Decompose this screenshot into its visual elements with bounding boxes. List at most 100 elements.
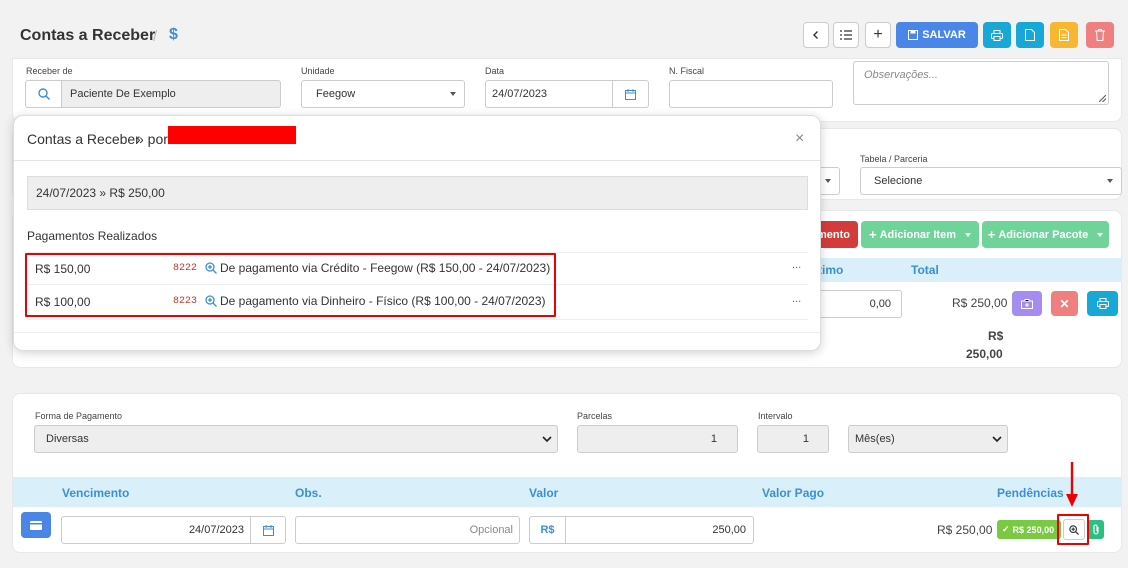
valor-currency: R$ bbox=[540, 524, 555, 536]
chevron-down-icon bbox=[825, 179, 831, 183]
valor-currency-addon: R$ bbox=[529, 516, 566, 544]
items-col-partial: timo bbox=[818, 263, 844, 277]
plus-icon: + bbox=[869, 227, 877, 242]
intervalo-label: Intervalo bbox=[758, 411, 793, 421]
obs-input[interactable]: Opcional bbox=[295, 516, 520, 544]
document-button[interactable] bbox=[1016, 22, 1044, 48]
chevron-down-icon bbox=[992, 436, 1002, 443]
valor-value: 250,00 bbox=[712, 524, 746, 536]
paid-status-badge[interactable]: ✓ R$ 250,00 bbox=[997, 520, 1061, 539]
adicionar-pacote-button[interactable]: + Adicionar Pacote bbox=[982, 221, 1109, 248]
col-vencimento: Vencimento bbox=[62, 486, 130, 500]
obs-placeholder: Opcional bbox=[469, 524, 513, 536]
installment-menu-button[interactable] bbox=[21, 512, 51, 538]
forma-pagamento-select[interactable]: Diversas bbox=[34, 425, 558, 453]
save-icon bbox=[908, 30, 919, 40]
printer-icon bbox=[991, 29, 1003, 41]
forma-pagamento-label: Forma de Pagamento bbox=[35, 411, 123, 421]
modal-close-icon[interactable]: × bbox=[795, 130, 804, 148]
vencimento-input[interactable]: 24/07/2023 bbox=[61, 516, 251, 544]
redacted-name bbox=[168, 126, 296, 144]
receber-de-value: Paciente De Exemplo bbox=[70, 88, 176, 100]
payments-highlight-box bbox=[25, 253, 556, 317]
unidade-label: Unidade bbox=[301, 66, 335, 76]
file-icon bbox=[1025, 29, 1035, 41]
col-obs: Obs. bbox=[295, 486, 322, 500]
tabela-label: Tabela / Parceria bbox=[860, 154, 928, 164]
card-icon bbox=[30, 520, 42, 530]
items-sum-value: 250,00 bbox=[966, 347, 1003, 361]
chevron-down-icon bbox=[965, 232, 971, 237]
modal-summary-box: 24/07/2023 » R$ 250,00 bbox=[27, 176, 808, 210]
receber-de-label: Receber de bbox=[26, 66, 73, 76]
search-icon bbox=[37, 88, 50, 100]
items-row-total: R$ 250,00 bbox=[952, 296, 1008, 310]
adicionar-item-label: Adicionar Item bbox=[879, 228, 956, 241]
forma-pagamento-value: Diversas bbox=[46, 433, 89, 445]
pdf-button[interactable] bbox=[1050, 22, 1078, 48]
intervalo-value: 1 bbox=[802, 433, 809, 445]
item-remove-button[interactable]: ✕ bbox=[1051, 291, 1078, 316]
data-label: Data bbox=[485, 66, 505, 76]
paid-status-label: R$ 250,00 bbox=[1012, 524, 1055, 535]
item-package-button[interactable] bbox=[1012, 291, 1042, 316]
parcelas-input[interactable]: 1 bbox=[577, 425, 738, 453]
modal-title-suffix: » por bbox=[136, 131, 168, 147]
save-button[interactable]: SALVAR bbox=[896, 22, 978, 48]
printer-icon bbox=[1096, 298, 1109, 309]
medical-kit-icon bbox=[1021, 298, 1033, 309]
vencimento-calendar-button[interactable] bbox=[250, 516, 286, 544]
items-col-total: Total bbox=[911, 263, 939, 277]
unidade-select[interactable]: Feegow bbox=[301, 80, 465, 108]
attach-button[interactable] bbox=[1087, 520, 1104, 539]
payment-more[interactable]: ... bbox=[792, 293, 801, 305]
print-button[interactable] bbox=[983, 22, 1011, 48]
pagamento-button-label: mento bbox=[817, 228, 850, 241]
paperclip-icon bbox=[1092, 524, 1099, 535]
modal-title: Contas a Receber bbox=[27, 131, 140, 147]
chevron-down-icon bbox=[1097, 232, 1104, 237]
list-button[interactable] bbox=[833, 22, 859, 48]
chevron-left-icon bbox=[813, 31, 818, 39]
col-valor-pago: Valor Pago bbox=[762, 486, 825, 500]
items-row-value: 0,00 bbox=[869, 298, 891, 310]
adicionar-item-button[interactable]: + Adicionar Item bbox=[861, 221, 979, 248]
back-button[interactable] bbox=[803, 22, 829, 48]
file-text-icon bbox=[1059, 29, 1069, 41]
items-sum-currency: R$ bbox=[988, 329, 1004, 343]
parcelas-value: 1 bbox=[710, 433, 717, 445]
data-calendar-button[interactable] bbox=[612, 80, 649, 108]
tabela-select[interactable]: Selecione bbox=[860, 167, 1122, 195]
valor-pago: R$ 250,00 bbox=[937, 523, 993, 537]
data-input[interactable]: 24/07/2023 bbox=[485, 80, 613, 108]
receber-de-search-button[interactable] bbox=[25, 80, 61, 108]
payment-more[interactable]: ... bbox=[792, 259, 801, 271]
intervalo-input[interactable]: 1 bbox=[757, 425, 829, 453]
receber-de-input[interactable]: Paciente De Exemplo bbox=[61, 80, 281, 108]
title-separator: / bbox=[153, 28, 158, 45]
calendar-icon bbox=[262, 524, 274, 536]
add-button[interactable]: + bbox=[865, 22, 891, 48]
valor-input[interactable]: 250,00 bbox=[565, 516, 754, 544]
vencimento-value: 24/07/2023 bbox=[188, 524, 244, 536]
nfiscal-input[interactable] bbox=[669, 80, 833, 108]
adicionar-pacote-label: Adicionar Pacote bbox=[998, 228, 1089, 241]
trash-icon bbox=[1095, 29, 1105, 41]
resize-handle-icon[interactable] bbox=[1099, 95, 1106, 102]
periodo-select[interactable]: Mês(es) bbox=[848, 425, 1008, 453]
col-pendencias: Pendências bbox=[997, 486, 1064, 500]
delete-button[interactable] bbox=[1086, 22, 1114, 48]
chevron-down-icon bbox=[1107, 179, 1113, 183]
observacoes-textarea[interactable]: Observações... bbox=[853, 61, 1109, 105]
chevron-down-icon bbox=[450, 92, 456, 96]
unidade-value: Feegow bbox=[316, 88, 356, 100]
item-print-button[interactable] bbox=[1087, 291, 1118, 316]
check-icon: ✓ bbox=[1002, 524, 1010, 534]
view-button-highlight-box bbox=[1057, 514, 1089, 545]
col-valor: Valor bbox=[529, 486, 559, 500]
page-title: Contas a Receber bbox=[20, 27, 156, 44]
parcelas-label: Parcelas bbox=[577, 411, 613, 421]
modal-footer-divider bbox=[14, 332, 820, 333]
plus-icon: + bbox=[987, 227, 996, 242]
red-arrow-icon bbox=[1066, 462, 1078, 507]
